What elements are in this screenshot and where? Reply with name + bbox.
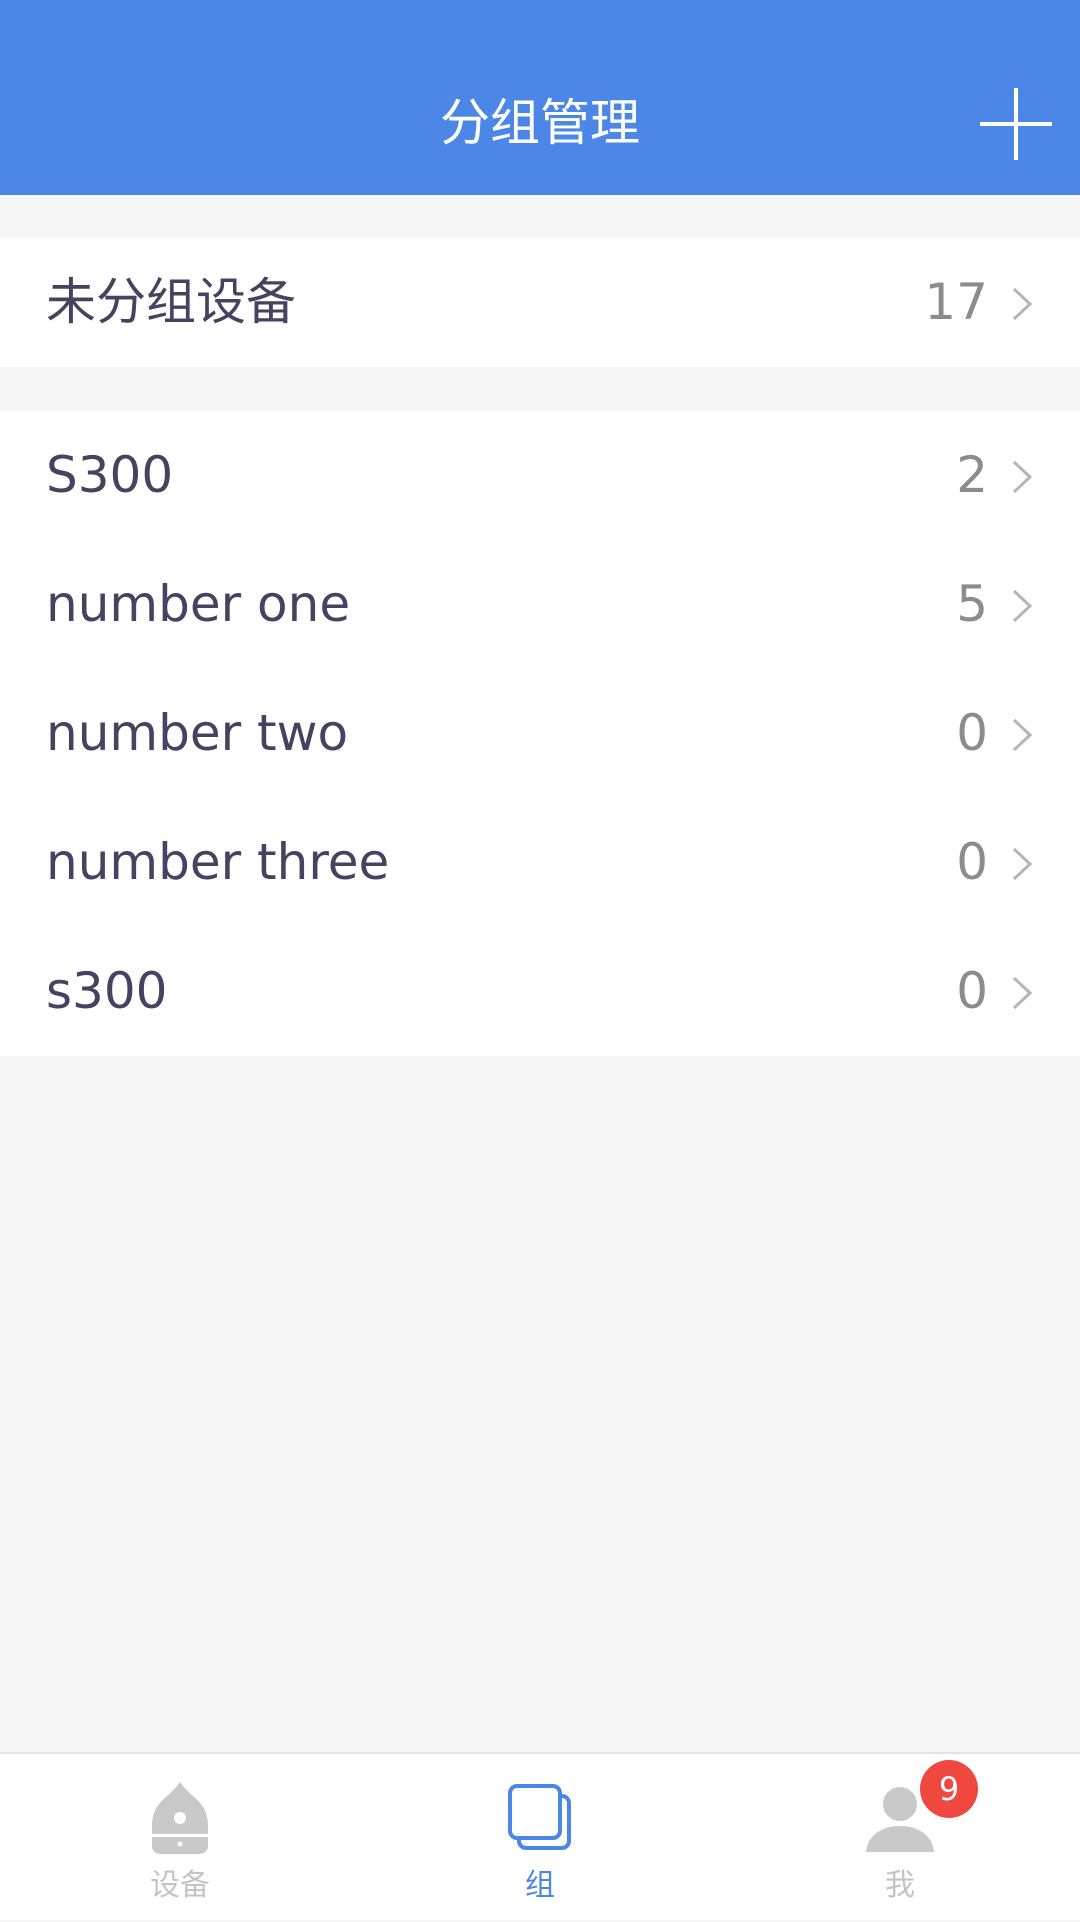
tab-groups[interactable]: 组: [360, 1754, 720, 1922]
group-list: S300 2 number one 5 number two 0 number …: [0, 411, 1080, 1056]
chevron-right-icon: [1012, 718, 1033, 752]
plus-icon[interactable]: [980, 88, 1052, 160]
group-name: number three: [46, 833, 390, 891]
group-count: 5: [956, 575, 988, 633]
row-count: 17: [924, 273, 988, 331]
list-item[interactable]: number three 0: [0, 798, 1080, 927]
group-name: number one: [46, 575, 351, 633]
group-count: 0: [956, 962, 988, 1020]
group-count: 0: [956, 833, 988, 891]
ungrouped-devices-row[interactable]: 未分组设备 17: [0, 238, 1080, 367]
list-item[interactable]: number two 0: [0, 669, 1080, 798]
group-name: s300: [46, 962, 168, 1020]
tab-label: 组: [525, 1868, 555, 1903]
group-count: 0: [956, 704, 988, 762]
group-name: S300: [46, 446, 174, 504]
group-count: 2: [956, 446, 988, 504]
notification-badge: 9: [920, 1760, 978, 1818]
page-title: 分组管理: [440, 94, 640, 152]
ungrouped-card: 未分组设备 17: [0, 238, 1080, 367]
tab-me[interactable]: 我: [720, 1754, 1080, 1922]
plus-icon-vertical: [1014, 88, 1018, 160]
bottom-tab-bar: 设备 组 我: [0, 1752, 1080, 1920]
device-icon: [152, 1782, 208, 1854]
chevron-right-icon: [1012, 847, 1033, 881]
chevron-right-icon: [1012, 976, 1033, 1010]
chevron-right-icon: [1012, 460, 1033, 494]
list-item[interactable]: number one 5: [0, 540, 1080, 669]
tab-label: 设备: [150, 1868, 210, 1903]
tab-label: 我: [885, 1868, 915, 1903]
row-label: 未分组设备: [46, 273, 296, 331]
app-header: 分组管理: [0, 0, 1080, 195]
group-icon: [508, 1784, 571, 1850]
chevron-right-icon: [1012, 287, 1033, 321]
list-item[interactable]: S300 2: [0, 411, 1080, 540]
chevron-right-icon: [1012, 589, 1033, 623]
list-item[interactable]: s300 0: [0, 927, 1080, 1056]
tab-devices[interactable]: 设备: [0, 1754, 360, 1922]
group-name: number two: [46, 704, 349, 762]
